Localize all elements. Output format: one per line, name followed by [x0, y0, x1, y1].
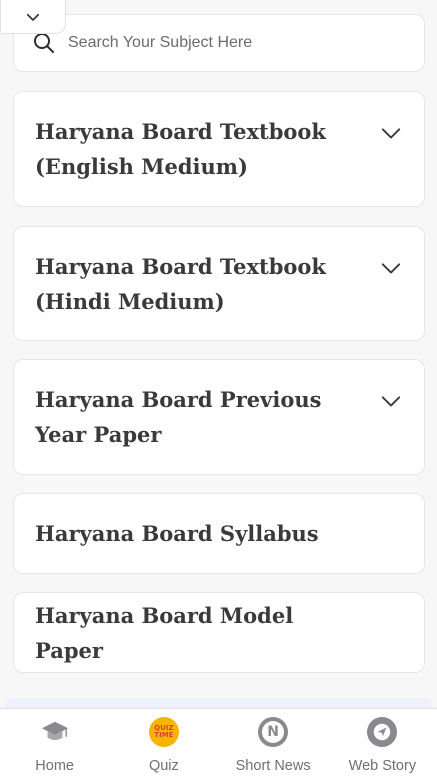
- search-input[interactable]: [68, 34, 424, 52]
- chevron-down-icon[interactable]: [380, 122, 402, 144]
- chevron-down-icon[interactable]: [380, 390, 402, 412]
- subject-card-hindi-medium[interactable]: Haryana Board Textbook (Hindi Medium): [13, 226, 425, 341]
- nav-label: Web Story: [348, 758, 417, 774]
- subject-card-title: Haryana Board Model Paper: [35, 602, 294, 663]
- quiz-badge-text: QUIZ TIME: [154, 724, 174, 739]
- nav-item-quiz[interactable]: QUIZ TIME Quiz: [109, 709, 218, 782]
- nav-label: Short News: [235, 758, 311, 774]
- web-story-icon: [367, 717, 398, 747]
- subject-card-title: Haryana Board Previous Year Paper: [35, 387, 322, 447]
- news-badge-letter: N: [262, 721, 285, 743]
- subject-card-previous-year-paper[interactable]: Haryana Board Previous Year Paper: [13, 359, 425, 475]
- subject-card-syllabus[interactable]: Haryana Board Syllabus: [13, 493, 425, 574]
- news-icon: N: [258, 717, 289, 747]
- graduation-cap-icon: [40, 717, 70, 747]
- subject-card-title: Haryana Board Textbook (Hindi Medium): [35, 253, 326, 314]
- nav-label: Quiz: [148, 758, 179, 774]
- nav-item-short-news[interactable]: N Short News: [219, 709, 328, 782]
- chevron-down-icon[interactable]: [380, 257, 402, 279]
- subject-card-title: Haryana Board Textbook (English Medium): [35, 119, 326, 179]
- bottom-navigation: Home QUIZ TIME Quiz N Short News Web Sto…: [0, 708, 437, 782]
- collapse-toggle-button[interactable]: [0, 0, 66, 34]
- nav-item-web-story[interactable]: Web Story: [328, 709, 437, 782]
- chevron-down-icon: [26, 13, 40, 21]
- subject-card-model-paper[interactable]: Haryana Board Model Paper: [13, 592, 425, 673]
- nav-item-home[interactable]: Home: [0, 709, 109, 782]
- subject-card-title: Haryana Board Syllabus: [35, 521, 319, 546]
- search-icon: [32, 31, 56, 55]
- subject-card-english-medium[interactable]: Haryana Board Textbook (English Medium): [13, 91, 425, 207]
- search-bar[interactable]: [13, 14, 425, 72]
- nav-label: Home: [35, 758, 74, 774]
- quiz-time-icon: QUIZ TIME: [148, 717, 179, 747]
